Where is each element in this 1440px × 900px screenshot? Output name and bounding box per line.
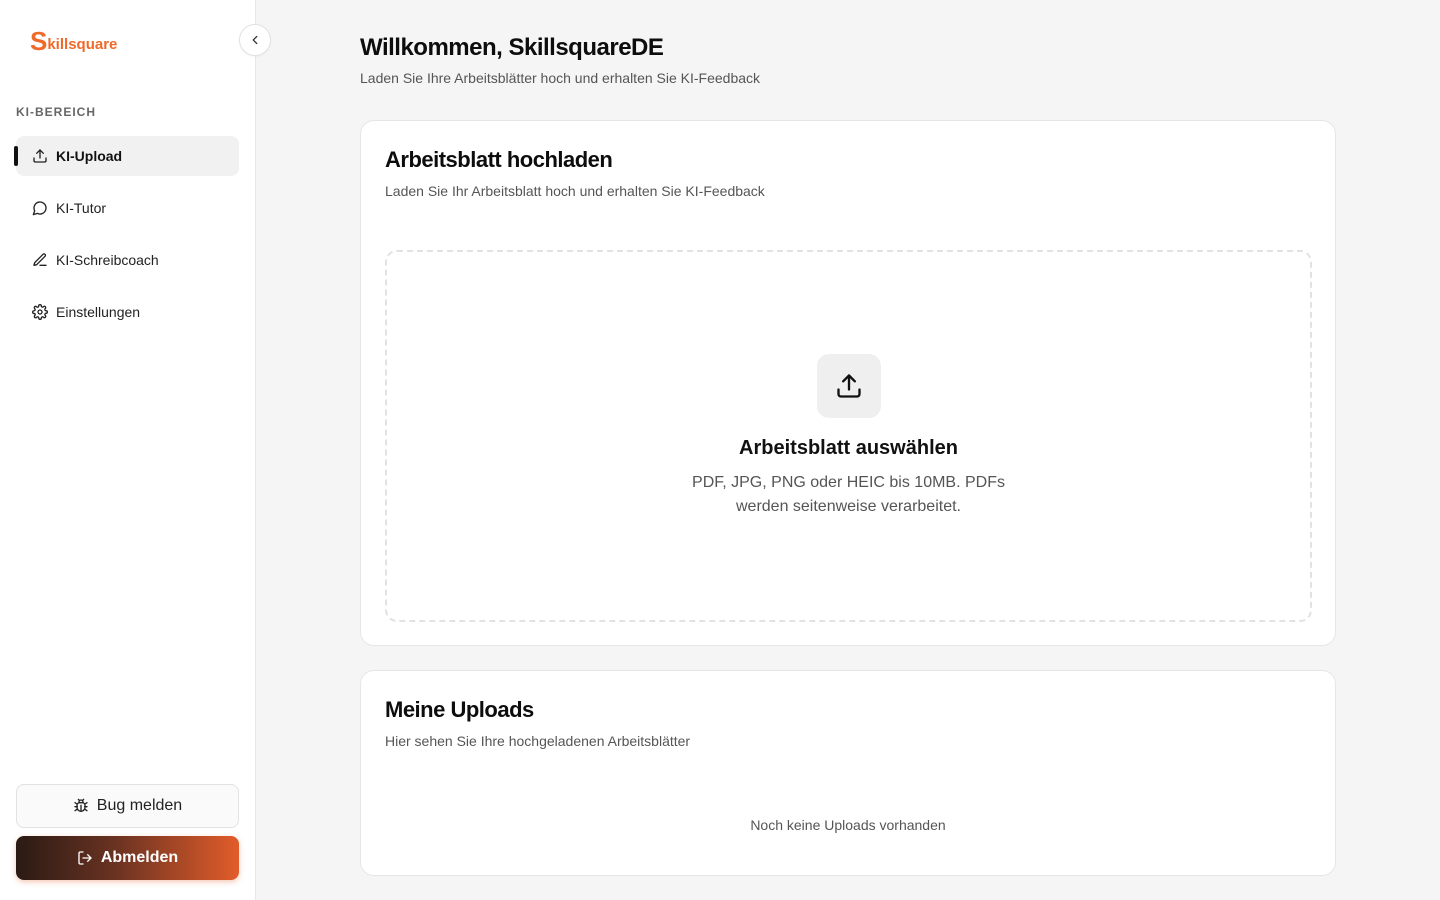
sidebar-nav: KI-Upload KI-Tutor KI-Schreibcoach Einst… — [14, 136, 239, 344]
page-subtitle: Laden Sie Ihre Arbeitsblätter hoch und e… — [360, 70, 761, 86]
empty-uploads-text: Noch keine Uploads vorhanden — [750, 817, 946, 833]
logout-icon — [77, 850, 93, 866]
sidebar-item-ki-tutor[interactable]: KI-Tutor — [16, 188, 239, 228]
sidebar-item-ki-upload[interactable]: KI-Upload — [14, 136, 239, 176]
upload-card-subtitle: Laden Sie Ihr Arbeitsblatt hoch und erha… — [385, 183, 765, 199]
my-uploads-subtitle: Hier sehen Sie Ihre hochgeladenen Arbeit… — [385, 733, 691, 749]
my-uploads-title: Meine Uploads — [385, 697, 534, 722]
file-dropzone[interactable]: Arbeitsblatt auswählen PDF, JPG, PNG ode… — [385, 250, 1312, 622]
page-title: Willkommen, SkillsquareDE — [360, 34, 664, 61]
dropzone-description: PDF, JPG, PNG oder HEIC bis 10MB. PDFs w… — [692, 474, 1005, 515]
chevron-left-icon — [248, 33, 262, 47]
bug-report-label: Bug melden — [96, 797, 183, 814]
sidebar-item-label: KI-Tutor — [56, 200, 107, 216]
bug-icon — [73, 798, 89, 814]
sidebar: Skillsquare KI-BEREICH KI-Upload KI-Tuto… — [0, 0, 256, 900]
pencil-icon — [32, 252, 48, 268]
logout-button[interactable]: Abmelden — [16, 836, 239, 880]
upload-card: Arbeitsblatt hochladen Laden Sie Ihr Arb… — [360, 120, 1336, 646]
upload-card-title: Arbeitsblatt hochladen — [385, 147, 613, 172]
logout-label: Abmelden — [100, 849, 179, 866]
dropzone-title: Arbeitsblatt auswählen — [739, 437, 958, 459]
chat-bubble-icon — [32, 200, 48, 216]
sidebar-item-label: Einstellungen — [56, 304, 141, 320]
skillsquare-logo[interactable]: Skillsquare — [30, 28, 117, 54]
my-uploads-card: Meine Uploads Hier sehen Sie Ihre hochge… — [360, 670, 1336, 876]
upload-icon — [32, 148, 48, 164]
sidebar-item-einstellungen[interactable]: Einstellungen — [16, 292, 239, 332]
section-label-ki-bereich: KI-BEREICH — [16, 105, 97, 119]
sidebar-item-label: KI-Schreibcoach — [56, 252, 159, 268]
bug-report-button[interactable]: Bug melden — [16, 784, 239, 828]
gear-icon — [32, 304, 48, 320]
upload-icon — [817, 354, 881, 418]
collapse-sidebar-button[interactable] — [239, 24, 271, 56]
sidebar-item-label: KI-Upload — [56, 148, 123, 164]
sidebar-item-ki-schreibcoach[interactable]: KI-Schreibcoach — [16, 240, 239, 280]
